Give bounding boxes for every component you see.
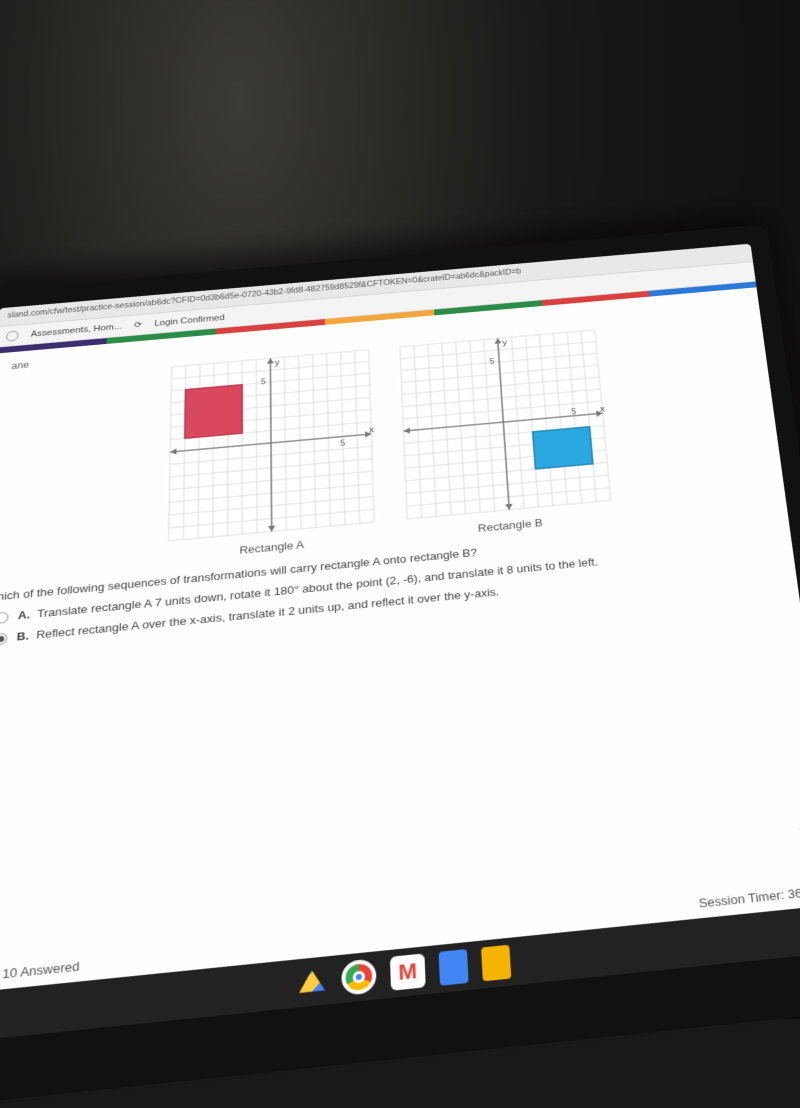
y-axis-label: y [275,358,280,367]
radio-b[interactable] [0,633,7,645]
tab-icon [6,330,19,341]
x-axis-label-b: x [600,405,606,415]
progress-text: 4 of 10 Answered [0,959,80,984]
x-tick-5: 5 [340,439,345,448]
tab-assessments[interactable]: Assessments, Hom... [31,322,122,339]
chart-a-wrap: y x 5 5 Rectangle A [165,347,378,563]
chart-a: y x 5 5 [166,347,377,543]
chromeos-shelf: M [0,904,800,1043]
y-tick-5: 5 [261,377,266,386]
radio-a[interactable] [0,612,9,624]
y-axis-label-b: y [502,338,507,347]
x-tick-5-b: 5 [571,407,577,416]
x-axis-label: x [369,425,374,435]
session-timer: Session Timer: 36:34 [698,884,800,911]
screen: sland.com/cfw/test/practice-session/ab6d… [0,244,800,1043]
tab-refresh-icon[interactable]: ⟳ [134,320,142,330]
main-content: ane [0,287,798,664]
option-a-letter: A. [18,608,31,622]
docs-icon[interactable] [439,949,469,986]
y-tick-5-b: 5 [489,357,494,366]
laptop-frame: sland.com/cfw/test/practice-session/ab6d… [0,224,800,1108]
slides-icon[interactable] [481,945,511,982]
option-b-letter: B. [16,629,29,643]
drive-icon[interactable] [296,966,327,997]
chrome-icon[interactable] [341,958,377,996]
gmail-icon[interactable]: M [390,953,426,990]
tab-login-confirmed[interactable]: Login Confirmed [154,313,224,328]
chart-b: y x 5 5 [397,327,613,521]
chart-b-wrap: y x 5 5 Rectangle B [397,327,615,541]
